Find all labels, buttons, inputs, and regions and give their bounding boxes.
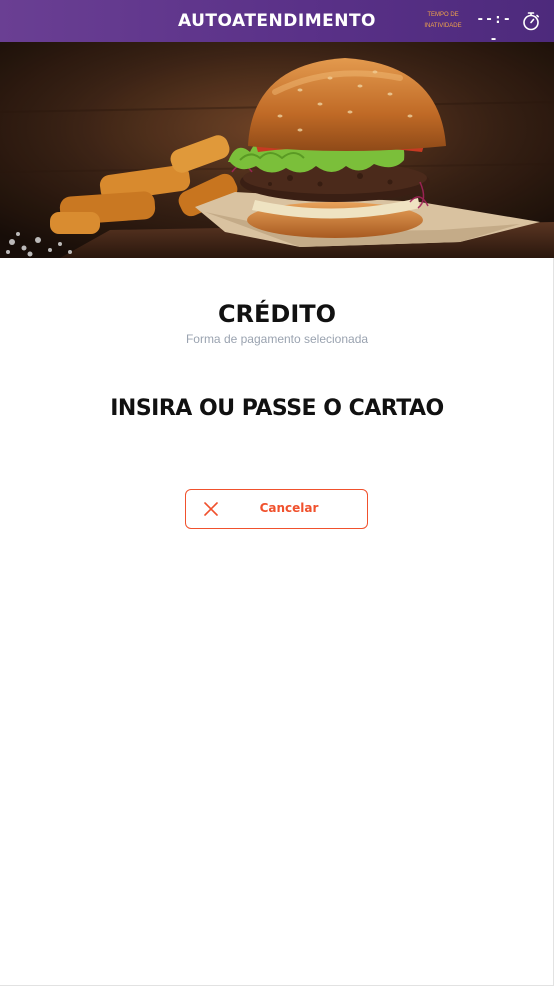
payment-method-subtitle: Forma de pagamento selecionada: [185, 332, 369, 346]
burger-image: [0, 42, 554, 258]
payment-method-title: CRÉDITO: [217, 300, 337, 328]
hero-banner: [0, 42, 554, 258]
cancel-button-label: Cancelar: [259, 501, 319, 515]
cancel-button[interactable]: Cancelar: [185, 489, 368, 529]
inactivity-label: TEMPO DE INATIVIDADE: [414, 10, 472, 32]
card-instruction: INSIRA OU PASSE O CARTAO: [110, 396, 444, 421]
header-bar: AUTOATENDIMENTO TEMPO DE INATIVIDADE --:…: [0, 0, 554, 47]
inactivity-label-line2: INATIVIDADE: [424, 23, 462, 29]
stopwatch-icon: [523, 12, 540, 31]
close-icon: [204, 502, 218, 516]
kiosk-screen: AUTOATENDIMENTO TEMPO DE INATIVIDADE --:…: [0, 0, 554, 986]
inactivity-label-line1: TEMPO DE: [427, 12, 459, 18]
